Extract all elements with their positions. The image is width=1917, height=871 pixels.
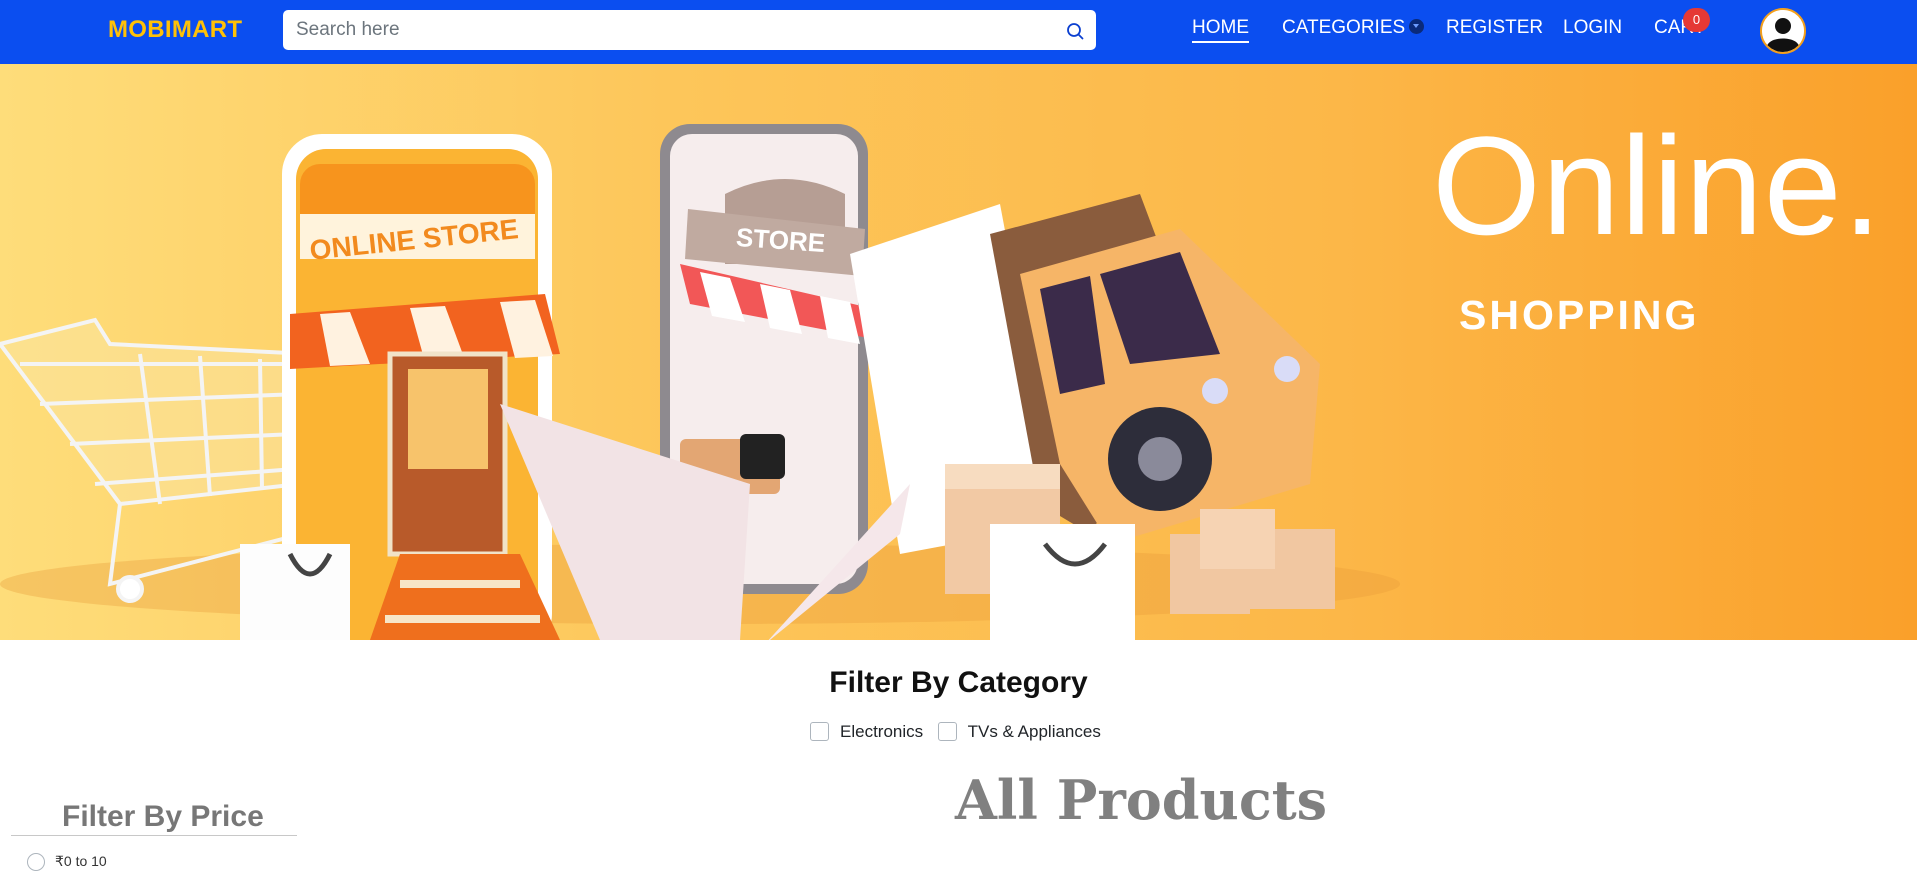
all-products-heading: All Products (955, 768, 1328, 832)
divider (11, 835, 297, 836)
cart-count-badge: 0 (1683, 8, 1710, 32)
nav-categories-dropdown[interactable]: CATEGORIES (1282, 17, 1425, 39)
banner-title: Online. (1432, 107, 1883, 264)
price-option-label: ₹0 to 10 (55, 853, 107, 869)
nav-categories-label: CATEGORIES (1282, 17, 1406, 38)
category-filter-list: Electronics TVs & Appliances (810, 722, 1111, 746)
category-checkbox[interactable] (937, 722, 957, 741)
hero-banner: ONLINE STORE STORE Online. SHOPPING (0, 64, 1917, 640)
user-avatar[interactable] (1760, 8, 1806, 54)
category-option-electronics[interactable]: Electronics (810, 722, 923, 742)
category-checkbox[interactable] (810, 722, 829, 741)
navbar: MOBIMART HOME CATEGORIES REGISTER LOGIN … (0, 0, 1917, 64)
banner-subtitle: SHOPPING (1459, 292, 1700, 338)
filter-price-title: Filter By Price (62, 800, 264, 833)
brand-logo[interactable]: MOBIMART (108, 16, 242, 44)
nav-home-label: HOME (1192, 17, 1249, 38)
active-underline (1192, 41, 1249, 43)
category-label: Electronics (840, 722, 924, 741)
nav-login-link[interactable]: LOGIN (1563, 17, 1622, 39)
filter-category-title: Filter By Category (829, 666, 1088, 699)
phone-store-text: STORE (735, 222, 826, 258)
category-label: TVs & Appliances (967, 722, 1101, 741)
nav-register-link[interactable]: REGISTER (1446, 17, 1543, 39)
user-icon (1762, 10, 1804, 52)
search-bar (283, 10, 1096, 50)
search-input[interactable] (283, 10, 1043, 50)
nav-home-link[interactable]: HOME (1192, 17, 1249, 43)
price-radio[interactable] (27, 853, 45, 871)
category-option-tvs-appliances[interactable]: TVs & Appliances (937, 722, 1101, 742)
search-icon[interactable] (1064, 20, 1086, 42)
chevron-down-icon (1409, 19, 1425, 34)
